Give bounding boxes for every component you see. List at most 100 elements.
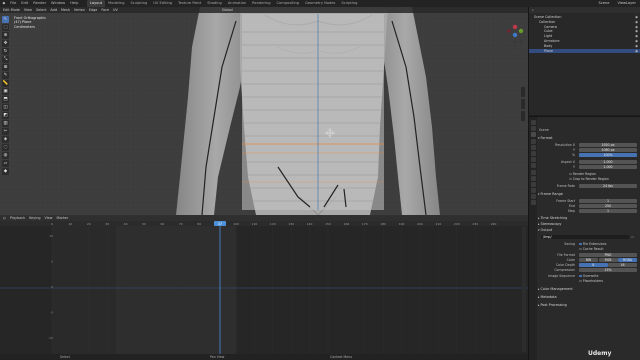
workspace-tab[interactable]: Scripting bbox=[338, 0, 360, 7]
scale-icon[interactable]: ⤡ bbox=[2, 56, 9, 63]
cursor-icon[interactable]: ↖ bbox=[2, 16, 9, 23]
navigation-gizmo[interactable] bbox=[504, 21, 526, 49]
cursor-3d-icon[interactable]: ⊕ bbox=[2, 32, 9, 39]
crop-region-checkbox[interactable]: Crop to Render Region bbox=[569, 177, 609, 181]
panel-post-processing[interactable]: Post Processing bbox=[538, 303, 638, 308]
frame-start-field[interactable]: 1 bbox=[579, 199, 637, 204]
face-menu[interactable]: Face bbox=[101, 8, 109, 12]
resolution-percent-field[interactable]: 100% bbox=[579, 153, 637, 158]
overwrite-checkbox[interactable]: Overwrite bbox=[579, 274, 599, 278]
keying-menu[interactable]: Keying bbox=[29, 216, 40, 220]
output-tab-icon[interactable] bbox=[530, 132, 536, 138]
panel-color-management[interactable]: Color Management bbox=[538, 287, 638, 292]
editor-type-icon[interactable]: ◴ bbox=[3, 216, 6, 220]
data-tab-icon[interactable] bbox=[530, 188, 536, 194]
constraints-tab-icon[interactable] bbox=[530, 181, 536, 187]
frame-step-field[interactable]: 1 bbox=[579, 209, 637, 214]
workspace-tab[interactable]: Compositing bbox=[274, 0, 303, 7]
menu-file[interactable]: File bbox=[8, 0, 19, 7]
properties-editor[interactable]: Scene Format Resolution X1920 px Y1080 p… bbox=[528, 116, 640, 360]
bevel-icon[interactable]: ◩ bbox=[2, 112, 9, 119]
sidebar-tab[interactable] bbox=[521, 87, 525, 97]
filter-icon[interactable]: ⌕ bbox=[532, 7, 534, 13]
mode-selector[interactable]: Edit Mode bbox=[3, 8, 20, 12]
render-tab-icon[interactable] bbox=[530, 126, 536, 132]
outliner[interactable]: ⌕ Scene Collection ◉ Collection ◉ Camera ◉ Cub… bbox=[528, 7, 640, 115]
3d-viewport[interactable]: Edit Mode View Select Add Mesh Vertex Ed… bbox=[0, 7, 528, 215]
cache-result-checkbox[interactable]: Cache Result bbox=[579, 247, 604, 251]
timeline-editor[interactable]: ◴ Playback Keying View Marker 0 10 20 30 40 5… bbox=[0, 215, 528, 360]
edge-menu[interactable]: Edge bbox=[89, 8, 98, 12]
loop-cut-icon[interactable]: ▥ bbox=[2, 120, 9, 127]
view-layer-tab-icon[interactable] bbox=[530, 138, 536, 144]
workspace-tab[interactable]: Rendering bbox=[249, 0, 273, 7]
uv-menu[interactable]: UV bbox=[113, 8, 118, 12]
playback-menu[interactable]: Playback bbox=[10, 216, 25, 220]
material-tab-icon[interactable] bbox=[530, 194, 536, 200]
color-rgba-button[interactable]: RGBA bbox=[618, 258, 637, 263]
file-extensions-checkbox[interactable]: File Extensions bbox=[579, 242, 607, 246]
annotate-icon[interactable]: ✎ bbox=[2, 72, 9, 79]
workspace-tab[interactable]: UV Editing bbox=[150, 0, 175, 7]
select-box-icon[interactable]: ⬚ bbox=[2, 24, 9, 31]
marker-menu[interactable]: Marker bbox=[57, 216, 69, 220]
outliner-item[interactable]: Plane ◉ bbox=[529, 48, 640, 54]
blender-logo-icon[interactable]: ◆ bbox=[0, 0, 8, 7]
frame-rate-dropdown[interactable]: 24 fps bbox=[579, 184, 637, 189]
menu-help[interactable]: Help bbox=[68, 0, 81, 7]
timeline-scrollbar[interactable] bbox=[522, 227, 526, 352]
add-cube-icon[interactable]: ▣ bbox=[2, 88, 9, 95]
workspace-tab[interactable]: Layout bbox=[86, 0, 106, 7]
transform-icon[interactable]: ⊞ bbox=[2, 64, 9, 71]
visibility-eye-icon[interactable]: ◉ bbox=[635, 49, 638, 54]
modifier-tab-icon[interactable] bbox=[530, 163, 536, 169]
panel-format[interactable]: Format bbox=[538, 136, 638, 141]
aspect-x-field[interactable]: 1.000 bbox=[579, 160, 637, 165]
select-menu[interactable]: Select bbox=[36, 8, 46, 12]
workspace-tab[interactable]: Sculpting bbox=[128, 0, 151, 7]
texture-tab-icon[interactable] bbox=[530, 200, 536, 206]
file-format-dropdown[interactable]: PNG bbox=[579, 253, 637, 258]
output-path-field[interactable]: /tmp/ bbox=[541, 235, 629, 240]
move-icon[interactable]: ✥ bbox=[2, 40, 9, 47]
world-tab-icon[interactable] bbox=[530, 150, 536, 156]
depth-8-button[interactable]: 8 bbox=[579, 263, 608, 268]
depth-16-button[interactable]: 16 bbox=[608, 263, 637, 268]
panel-stereoscopy[interactable]: Stereoscopy bbox=[538, 222, 638, 227]
resolution-y-field[interactable]: 1080 px bbox=[579, 148, 637, 153]
scene-selector[interactable]: Scene bbox=[598, 0, 609, 7]
mesh-menu[interactable]: Mesh bbox=[61, 8, 70, 12]
view-layer-selector[interactable]: ViewLayer bbox=[617, 0, 636, 7]
shear-icon[interactable]: ▱ bbox=[2, 160, 9, 167]
resolution-x-field[interactable]: 1920 px bbox=[579, 143, 637, 148]
object-tab-icon[interactable] bbox=[530, 157, 536, 163]
add-menu[interactable]: Add bbox=[50, 8, 57, 12]
workspace-tab[interactable]: Animation bbox=[225, 0, 249, 7]
folder-icon[interactable]: ▭ bbox=[631, 235, 634, 239]
workspace-tab[interactable]: Geometry Nodes bbox=[302, 0, 338, 7]
vertex-menu[interactable]: Vertex bbox=[74, 8, 85, 12]
inset-icon[interactable]: ◫ bbox=[2, 104, 9, 111]
tool-tab-icon[interactable] bbox=[530, 120, 536, 125]
knife-icon[interactable]: ✂ bbox=[2, 128, 9, 135]
menu-render[interactable]: Render bbox=[31, 0, 49, 7]
panel-frame-range[interactable]: Frame Range bbox=[538, 192, 638, 197]
menu-edit[interactable]: Edit bbox=[19, 0, 31, 7]
particles-tab-icon[interactable] bbox=[530, 169, 536, 175]
panel-metadata[interactable]: Metadata bbox=[538, 295, 638, 300]
workspace-tab[interactable]: Modeling bbox=[105, 0, 127, 7]
color-rgb-button[interactable]: RGB bbox=[598, 258, 618, 263]
physics-tab-icon[interactable] bbox=[530, 175, 536, 181]
rip-icon[interactable]: ◆ bbox=[2, 168, 9, 175]
view-menu[interactable]: View bbox=[24, 8, 32, 12]
workspace-tab[interactable]: Shading bbox=[204, 0, 225, 7]
compression-field[interactable]: 15% bbox=[579, 268, 637, 273]
placeholders-checkbox[interactable]: Placeholders bbox=[579, 279, 603, 283]
measure-icon[interactable]: 📏 bbox=[2, 80, 9, 87]
smooth-icon[interactable]: ◍ bbox=[2, 152, 9, 159]
rotate-icon[interactable]: ↻ bbox=[2, 48, 9, 55]
spin-icon[interactable]: ◌ bbox=[2, 144, 9, 151]
transform-orientation[interactable]: Global bbox=[222, 8, 233, 12]
extrude-icon[interactable]: ⬒ bbox=[2, 96, 9, 103]
sidebar-tab[interactable] bbox=[521, 99, 525, 109]
